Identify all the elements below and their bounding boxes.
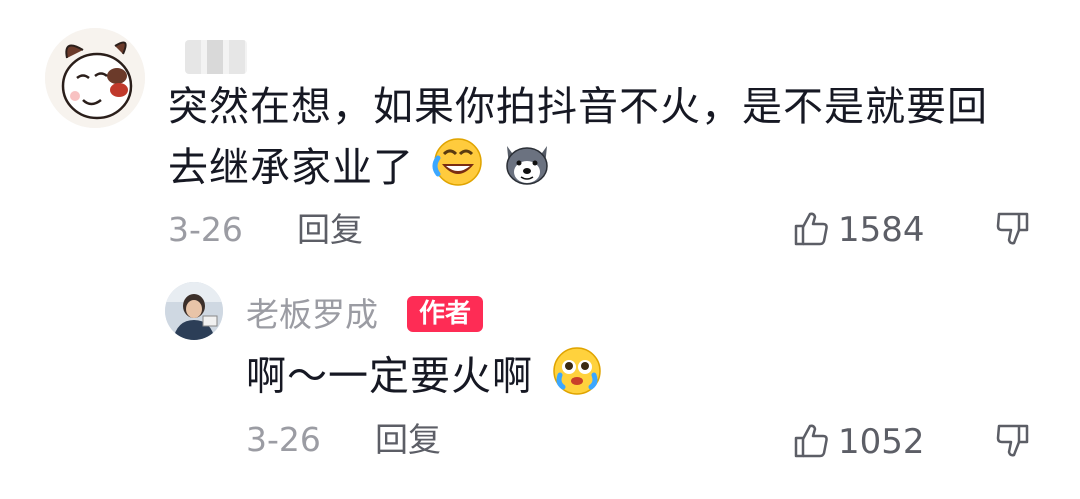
thumbs-up-icon — [792, 210, 830, 252]
reply-text: 啊～一定要火啊 — [246, 353, 533, 400]
commenter-avatar[interactable] — [45, 28, 145, 128]
author-badge: 作者 — [407, 296, 484, 332]
reply-text-block: 啊～一定要火啊 — [246, 345, 603, 412]
pleading-cry-emoji-icon — [551, 345, 603, 412]
thumbs-down-icon — [995, 210, 1033, 252]
reply-author-avatar[interactable] — [165, 282, 223, 340]
thumbs-up-icon — [792, 422, 830, 464]
comment-like-count: 1584 — [838, 210, 925, 250]
reply-username[interactable]: 老板罗成 — [246, 295, 378, 335]
reply-reply-button[interactable]: 回复 — [375, 420, 441, 460]
comment-date: 3-26 — [168, 210, 243, 249]
comment-text: 突然在想，如果你拍抖音不火，是不是就要回去继承家业了 — [168, 84, 988, 191]
reply-like-count: 1052 — [838, 422, 925, 462]
comment-text-block: 突然在想，如果你拍抖音不火，是不是就要回去继承家业了 — [168, 78, 1028, 204]
comment-like-button[interactable]: 1584 — [792, 208, 932, 252]
husky-dog-emoji-icon — [501, 136, 553, 204]
comment-reply-button[interactable]: 回复 — [297, 210, 363, 250]
author-photo-avatar-icon — [165, 282, 223, 340]
comment-dislike-button[interactable] — [995, 210, 1033, 252]
cartoon-dog-avatar-icon — [45, 28, 145, 128]
laugh-cry-emoji-icon — [432, 136, 484, 204]
commenter-username-blurred[interactable] — [185, 40, 247, 74]
reply-dislike-button[interactable] — [995, 422, 1033, 464]
thumbs-down-icon — [995, 422, 1033, 464]
reply-like-button[interactable]: 1052 — [792, 420, 932, 464]
reply-date: 3-26 — [246, 420, 321, 459]
